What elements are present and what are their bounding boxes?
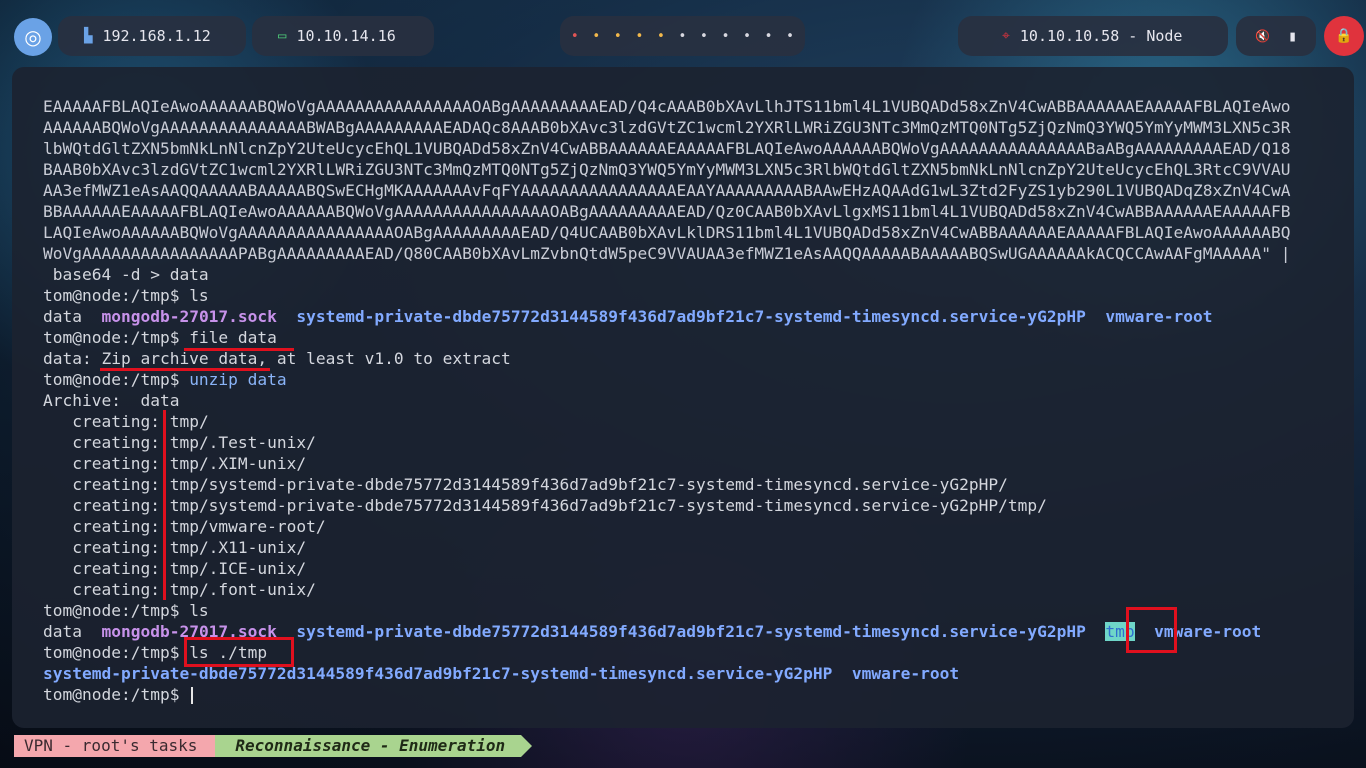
annotation-vertical-line xyxy=(163,410,166,600)
workspace-dot[interactable]: • xyxy=(635,29,643,44)
workspace-dot[interactable]: • xyxy=(679,29,687,44)
creating-line: creating: tmp/.Test-unix/ xyxy=(43,433,316,452)
creating-line: creating: tmp/systemd-private-dbde75772d… xyxy=(43,496,1047,515)
prompt-line: tom@node:/tmp$ file data xyxy=(43,328,277,347)
base64-line: lbWQtdGltZXN5bmNkLnNlcnZpY2UteUcycEhQL1V… xyxy=(43,139,1291,158)
annotation-box xyxy=(1126,607,1177,653)
workspace-dot[interactable]: • xyxy=(743,29,751,44)
target-ip-text: 10.10.10.58 - Node xyxy=(1019,27,1183,45)
base64-line: LAQIeAwoAAAAAABQWoVgAAAAAAAAAAAAAAAAOABg… xyxy=(43,223,1291,242)
unzip-output: creating: tmp/ creating: tmp/.Test-unix/… xyxy=(43,411,1354,600)
annotation-underline xyxy=(100,368,270,371)
creating-line: creating: tmp/ xyxy=(43,412,209,431)
tmux-status-bar: VPN - root's tasks Reconnaissance - Enum… xyxy=(14,735,532,757)
text-cursor xyxy=(191,687,194,704)
workspace-dot[interactable]: • xyxy=(786,29,794,44)
command-text: ls xyxy=(189,601,209,620)
prompt-line: tom@node:/tmp$ unzip data xyxy=(43,370,287,389)
base64-output: EAAAAAFBLAQIeAwoAAAAAABQWoVgAAAAAAAAAAAA… xyxy=(43,96,1354,264)
annotation-box xyxy=(184,637,294,667)
creating-line: creating: tmp/.font-unix/ xyxy=(43,580,316,599)
prompt-line: tom@node:/tmp$ ls xyxy=(43,286,209,305)
base64-line: AA3efMWZ1eAsAAQQAAAAABAAAAABQSwECHgMKAAA… xyxy=(43,181,1291,200)
workspace-dot[interactable]: • xyxy=(592,29,600,44)
mute-icon[interactable]: 🔇 xyxy=(1255,29,1270,43)
target-ip-widget[interactable]: ⌖ 10.10.10.58 - Node xyxy=(958,16,1228,56)
battery-icon[interactable]: ▮ xyxy=(1288,27,1297,45)
workspace-dot[interactable]: • xyxy=(657,29,665,44)
current-prompt-line[interactable]: tom@node:/tmp$ xyxy=(43,684,1354,705)
command-text: file data xyxy=(189,328,277,347)
annotation-underline xyxy=(184,348,294,351)
workspace-dot[interactable]: • xyxy=(571,29,579,44)
status-segment-phase[interactable]: Reconnaissance - Enumeration xyxy=(215,735,532,757)
crosshair-icon: ⌖ xyxy=(1002,28,1010,44)
workspace-dot[interactable]: • xyxy=(700,29,708,44)
base64-line: WoVgAAAAAAAAAAAAAAAAPABgAAAAAAAAAEAD/Q80… xyxy=(43,244,1291,263)
system-tray: 🔇 ▮ xyxy=(1236,16,1316,56)
lock-icon: 🔒 xyxy=(1335,28,1353,44)
laptop-icon: ▭ xyxy=(278,28,287,44)
command-text: ls xyxy=(189,286,209,305)
local-ip-text: 192.168.1.12 xyxy=(102,27,211,45)
base64-line: AAAAAABQWoVgAAAAAAAAAAAAAAABWABgAAAAAAAA… xyxy=(43,118,1291,137)
base64-line: BAAB0bXAvc3lzdGVtZC1wcml2YXRlLWRiZGU3NTc… xyxy=(43,160,1291,179)
workspace-switcher[interactable]: • • • • • • • • • • • xyxy=(560,16,805,56)
file-output-line: data: Zip archive data, at least v1.0 to… xyxy=(43,349,511,368)
creating-line: creating: tmp/systemd-private-dbde75772d… xyxy=(43,475,1008,494)
creating-line: creating: tmp/.X11-unix/ xyxy=(43,538,307,557)
creating-line: creating: tmp/vmware-root/ xyxy=(43,517,326,536)
workspace-dot[interactable]: • xyxy=(614,29,622,44)
archive-line: Archive: data xyxy=(43,391,180,410)
pipe-command-line: base64 -d > data xyxy=(43,265,209,284)
power-button[interactable]: 🔒 xyxy=(1324,16,1364,56)
local-ip-widget[interactable]: ▙ 192.168.1.12 xyxy=(58,16,246,56)
vpn-ip-widget[interactable]: ▭ 10.10.14.16 xyxy=(252,16,434,56)
network-icon: ▙ xyxy=(84,28,93,44)
creating-line: creating: tmp/.ICE-unix/ xyxy=(43,559,307,578)
vpn-ip-text: 10.10.14.16 xyxy=(296,27,396,45)
workspace-dot[interactable]: • xyxy=(722,29,730,44)
creating-line: creating: tmp/.XIM-unix/ xyxy=(43,454,307,473)
command-text: unzip data xyxy=(189,370,287,389)
workspace-dot[interactable]: • xyxy=(765,29,773,44)
status-segment-vpn[interactable]: VPN - root's tasks xyxy=(14,735,227,757)
debian-logo-icon[interactable]: ◎ xyxy=(14,18,52,56)
ls-output-line: data mongodb-27017.sock systemd-private-… xyxy=(43,307,1213,326)
base64-line: EAAAAAFBLAQIeAwoAAAAAABQWoVgAAAAAAAAAAAA… xyxy=(43,97,1291,116)
base64-line: BBAAAAAAEAAAAAFBLAQIeAwoAAAAAABQWoVgAAAA… xyxy=(43,202,1291,221)
